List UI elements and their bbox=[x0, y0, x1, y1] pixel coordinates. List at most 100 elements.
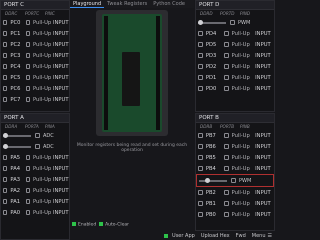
ddr-checkbox[interactable] bbox=[3, 97, 8, 102]
port-c-header: DDRC PORTC PINC bbox=[1, 10, 69, 17]
pullup-checkbox[interactable] bbox=[223, 42, 229, 47]
pin-row: PD1 Pull-Up INPUT bbox=[196, 72, 274, 83]
pullup-label: Pull-Up bbox=[33, 176, 52, 183]
ddr-checkbox[interactable] bbox=[198, 133, 203, 138]
input-value: INPUT bbox=[255, 85, 271, 92]
pin-row: PA5 Pull-Up INPUT bbox=[1, 152, 69, 163]
input-value: INPUT bbox=[255, 132, 271, 139]
ddr-checkbox[interactable] bbox=[3, 199, 8, 204]
pullup-checkbox[interactable] bbox=[223, 75, 229, 80]
ddr-checkbox[interactable] bbox=[198, 53, 203, 58]
adc-checkbox[interactable] bbox=[35, 144, 40, 149]
ddr-checkbox[interactable] bbox=[3, 75, 8, 80]
pullup-checkbox[interactable] bbox=[25, 155, 31, 160]
pwm-slider[interactable] bbox=[199, 177, 227, 183]
menu-button[interactable]: Menu ☰ bbox=[252, 233, 272, 239]
autoclear-label[interactable]: Auto-Clear bbox=[105, 223, 129, 228]
pullup-checkbox[interactable] bbox=[223, 190, 229, 195]
pin-row: PA3 Pull-Up INPUT bbox=[1, 174, 69, 185]
pullup-checkbox[interactable] bbox=[25, 20, 31, 25]
input-value: INPUT bbox=[53, 176, 69, 183]
ddr-checkbox[interactable] bbox=[3, 86, 8, 91]
pin-label: PB4 bbox=[205, 165, 216, 172]
pin-label: PA4 bbox=[10, 165, 21, 172]
pin-row: PB7 Pull-Up INPUT bbox=[196, 130, 274, 141]
pullup-checkbox[interactable] bbox=[223, 31, 229, 36]
pullup-checkbox[interactable] bbox=[223, 212, 229, 217]
pullup-checkbox[interactable] bbox=[25, 199, 31, 204]
ddr-checkbox[interactable] bbox=[198, 31, 203, 36]
pwm-row: PWM bbox=[196, 174, 274, 187]
pullup-checkbox[interactable] bbox=[223, 166, 229, 171]
pullup-checkbox[interactable] bbox=[223, 144, 229, 149]
ddr-checkbox[interactable] bbox=[3, 166, 8, 171]
ddr-checkbox[interactable] bbox=[198, 212, 203, 217]
user-app-button[interactable]: User App bbox=[164, 233, 195, 239]
fwd-button[interactable]: Fwd bbox=[236, 233, 246, 239]
tab-playground[interactable]: Playground bbox=[70, 0, 105, 8]
input-value: INPUT bbox=[255, 30, 271, 37]
ddr-checkbox[interactable] bbox=[198, 155, 203, 160]
pullup-checkbox[interactable] bbox=[25, 42, 31, 47]
adc-checkbox[interactable] bbox=[35, 133, 40, 138]
ddr-checkbox[interactable] bbox=[3, 53, 8, 58]
pwm-label: PWM bbox=[239, 177, 252, 184]
ddr-checkbox[interactable] bbox=[198, 75, 203, 80]
pin-label: PB2 bbox=[205, 189, 216, 196]
input-value: INPUT bbox=[53, 96, 69, 103]
port-header: PORTB bbox=[220, 124, 235, 129]
board-image bbox=[96, 10, 168, 136]
input-value: INPUT bbox=[53, 63, 69, 70]
pullup-checkbox[interactable] bbox=[25, 31, 31, 36]
tab-tweak-registers[interactable]: Tweak Registers bbox=[104, 0, 150, 8]
ddr-checkbox[interactable] bbox=[3, 20, 8, 25]
port-d-panel: PORT D DDRD PORTD PIND PWM PD4 Pull-Up INP… bbox=[195, 0, 275, 112]
pin-label: PB5 bbox=[205, 154, 216, 161]
pullup-checkbox[interactable] bbox=[223, 86, 229, 91]
ddr-checkbox[interactable] bbox=[198, 166, 203, 171]
pullup-checkbox[interactable] bbox=[25, 64, 31, 69]
ddr-checkbox[interactable] bbox=[3, 210, 8, 215]
ddr-checkbox[interactable] bbox=[198, 190, 203, 195]
pin-label: PC4 bbox=[10, 63, 21, 70]
pullup-checkbox[interactable] bbox=[223, 201, 229, 206]
adc-slider[interactable] bbox=[3, 143, 31, 149]
pullup-checkbox[interactable] bbox=[25, 86, 31, 91]
ddr-checkbox[interactable] bbox=[3, 64, 8, 69]
pullup-label: Pull-Up bbox=[231, 74, 250, 81]
pullup-checkbox[interactable] bbox=[223, 64, 229, 69]
pullup-checkbox[interactable] bbox=[25, 53, 31, 58]
pullup-checkbox[interactable] bbox=[25, 75, 31, 80]
pin-header: PINC bbox=[45, 11, 55, 16]
pwm-checkbox[interactable] bbox=[231, 178, 236, 183]
microcontroller-chip bbox=[122, 52, 140, 106]
ddr-checkbox[interactable] bbox=[3, 155, 8, 160]
ddr-checkbox[interactable] bbox=[198, 201, 203, 206]
pullup-checkbox[interactable] bbox=[223, 53, 229, 58]
ddr-checkbox[interactable] bbox=[198, 64, 203, 69]
pwm-checkbox[interactable] bbox=[230, 20, 235, 25]
ddr-checkbox[interactable] bbox=[3, 31, 8, 36]
pullup-checkbox[interactable] bbox=[25, 177, 31, 182]
autoclear-led-icon bbox=[99, 222, 104, 226]
adc-slider[interactable] bbox=[3, 132, 31, 138]
pullup-checkbox[interactable] bbox=[25, 210, 31, 215]
pullup-checkbox[interactable] bbox=[223, 155, 229, 160]
enabled-label[interactable]: Enabled bbox=[78, 223, 96, 228]
ddr-checkbox[interactable] bbox=[198, 42, 203, 47]
pullup-checkbox[interactable] bbox=[223, 133, 229, 138]
adc-label: ADC bbox=[43, 143, 54, 150]
ddr-checkbox[interactable] bbox=[3, 188, 8, 193]
ddr-checkbox[interactable] bbox=[3, 177, 8, 182]
ddr-checkbox[interactable] bbox=[198, 86, 203, 91]
ddr-checkbox[interactable] bbox=[3, 42, 8, 47]
upload-hex-button[interactable]: Upload Hex bbox=[201, 233, 230, 239]
pullup-checkbox[interactable] bbox=[25, 188, 31, 193]
pwm-row: PWM bbox=[196, 17, 274, 28]
tab-python-code[interactable]: Python Code bbox=[150, 0, 188, 8]
pullup-checkbox[interactable] bbox=[25, 97, 31, 102]
pwm-slider[interactable] bbox=[198, 19, 226, 25]
pullup-checkbox[interactable] bbox=[25, 166, 31, 171]
pin-label: PD3 bbox=[205, 52, 217, 59]
ddr-checkbox[interactable] bbox=[198, 144, 203, 149]
